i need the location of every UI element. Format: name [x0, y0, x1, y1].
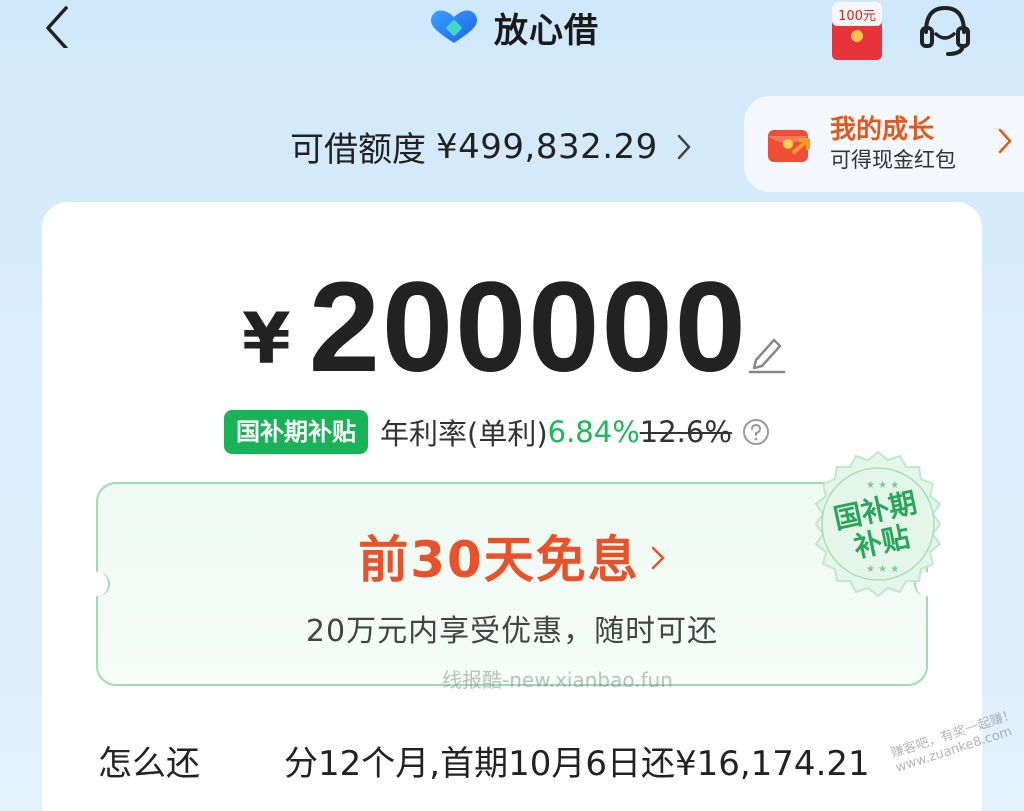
chevron-right-icon [998, 128, 1012, 154]
promo-subtitle: 20万元内享受优惠，随时可还 [305, 614, 719, 649]
rate-value: 6.84% [547, 415, 640, 449]
repayment-label: 怎么还 [98, 744, 200, 784]
interest-rate-row: 国补期补贴 年利率(单利) 6.84% 12.6% [224, 410, 770, 454]
brand-name: 放心借 [494, 10, 599, 51]
chevron-right-icon [677, 134, 691, 159]
loan-amount[interactable]: 200000 [309, 264, 748, 392]
brand-header: 放心借 [426, 4, 599, 51]
customer-service-icon[interactable] [916, 2, 974, 58]
rate-label: 年利率(单利) [380, 417, 548, 451]
repayment-plan: 分12个月,首期10月6日还¥16,174.21 [284, 744, 870, 784]
currency-symbol: ¥ [242, 298, 291, 380]
subsidy-tag: 国补期补贴 [224, 410, 368, 454]
subsidy-stamp-icon: ★ ★ ★ ★ ★ ★ 国补期 补贴 [814, 450, 942, 598]
help-question-icon[interactable] [742, 418, 770, 446]
promo-title: 前30天免息 [358, 531, 640, 589]
chevron-right-icon [651, 546, 665, 570]
back-arrow-icon[interactable] [36, 4, 80, 48]
red-packet-icon[interactable]: 100元 [830, 0, 884, 62]
svg-text:★ ★ ★: ★ ★ ★ [866, 564, 899, 575]
my-growth-card[interactable]: 我的成长 可得现金红包 [744, 96, 1024, 192]
rate-original: 12.6% [639, 415, 732, 449]
watermark-text: 线报酷-new.xianbao.fun [442, 668, 673, 692]
loan-amount-row[interactable]: ¥ 200000 [242, 264, 748, 392]
loan-card: ¥ 200000 国补期补贴 年利率(单利) 6.84% 12.6% 前30天免… [42, 202, 982, 811]
credit-limit-label: 可借额度 [290, 130, 426, 170]
edit-pencil-icon[interactable] [746, 332, 786, 374]
growth-subtitle: 可得现金红包 [830, 148, 956, 172]
brand-logo-icon [430, 10, 478, 43]
credit-limit-row[interactable]: 可借额度 ¥499,832.29 [290, 122, 694, 171]
cash-envelope-icon [768, 130, 810, 162]
growth-title: 我的成长 [830, 115, 935, 145]
credit-limit-amount: ¥499,832.29 [436, 126, 658, 167]
red-packet-label: 100元 [838, 9, 876, 24]
repayment-row[interactable]: 怎么还 分12个月,首期10月6日还¥16,174.21 [98, 736, 870, 785]
